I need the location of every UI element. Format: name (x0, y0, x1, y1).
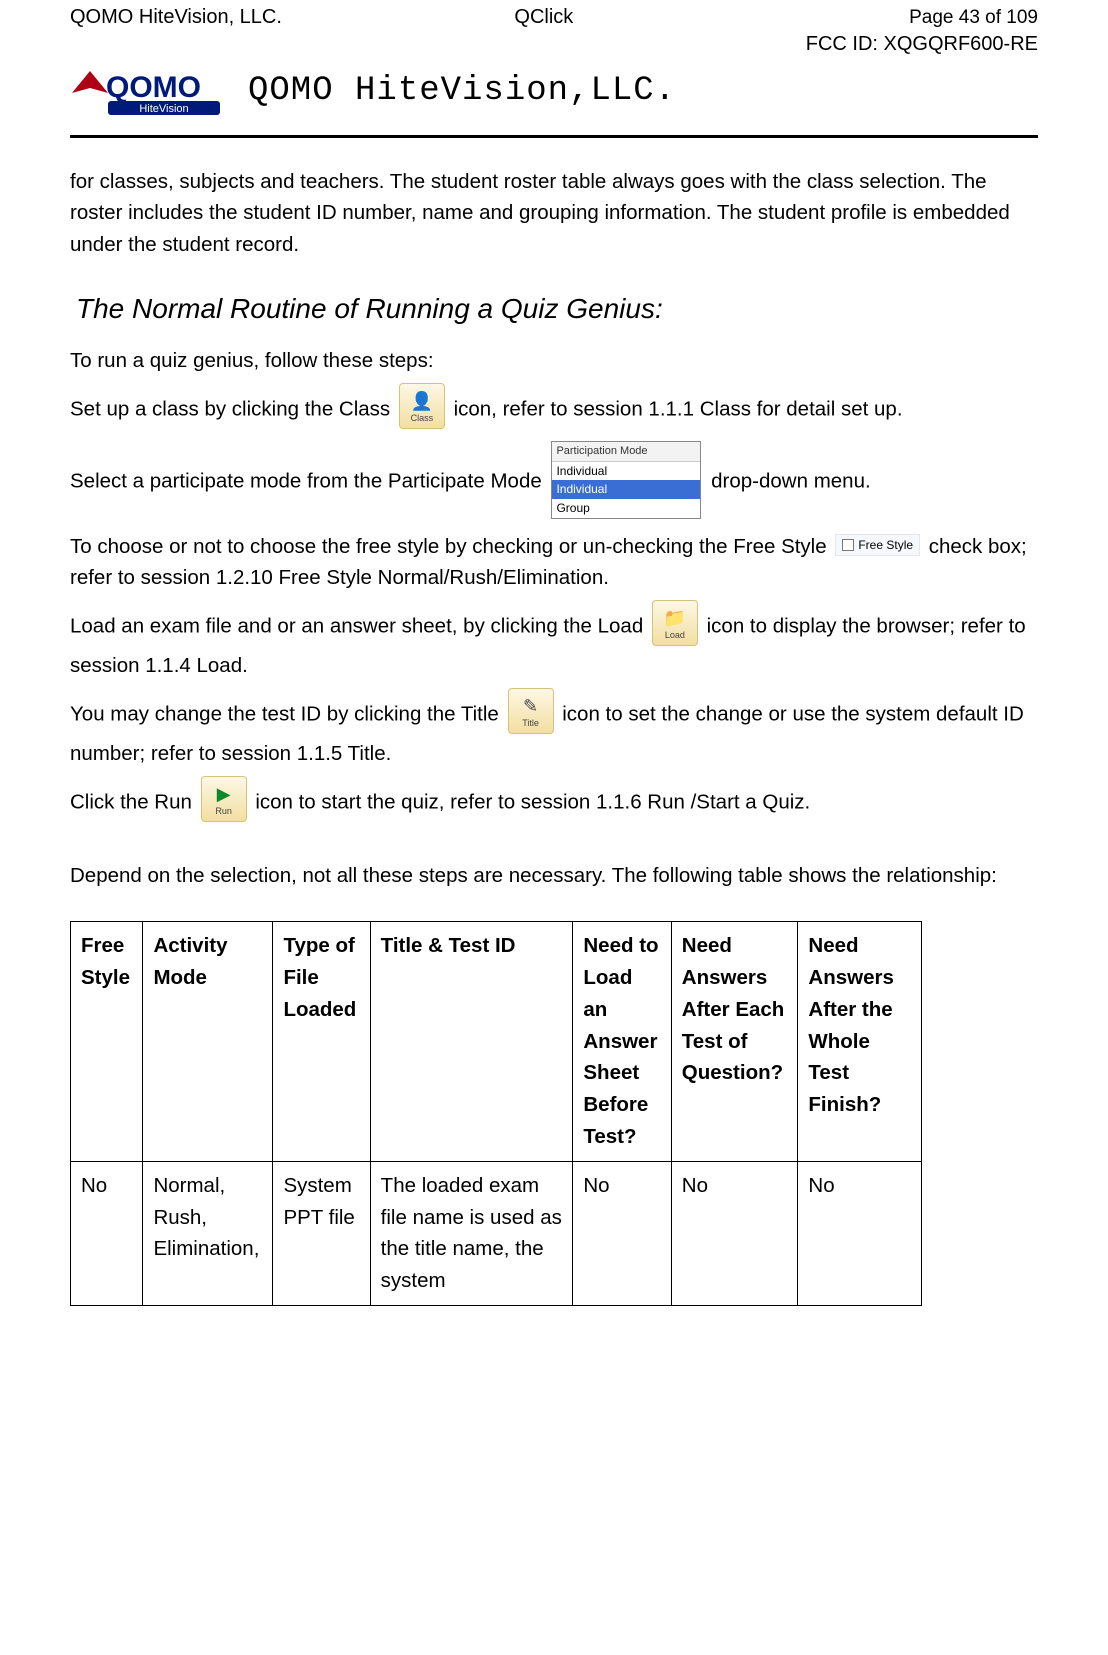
table-row: No Normal, Rush, Elimination, System PPT… (71, 1161, 922, 1305)
header-company: QOMO HiteVision, LLC. (70, 6, 282, 29)
step-6: Click the Run ▶ Run icon to start the qu… (70, 780, 1038, 826)
td-activity-mode: Normal, Rush, Elimination, (143, 1161, 273, 1305)
title-icon[interactable]: ✎ Title (508, 688, 554, 734)
td-file-type: System PPT file (273, 1161, 370, 1305)
class-icon[interactable]: 👤 Class (399, 383, 445, 429)
step-2: Select a participate mode from the Parti… (70, 443, 1038, 521)
step-3: To choose or not to choose the free styl… (70, 531, 1038, 595)
step-6-text-b: icon to start the quiz, refer to session… (255, 790, 810, 813)
dropdown-title: Participation Mode (552, 442, 700, 462)
td-title-test-id: The loaded exam file name is used as the… (370, 1161, 573, 1305)
th-need-answer-sheet: Need to Load an Answer Sheet Before Test… (573, 922, 671, 1161)
dropdown-option-0[interactable]: Individual (552, 462, 700, 481)
steps-lead: To run a quiz genius, follow these steps… (70, 345, 1038, 377)
brand-title: QOMO HiteVision,LLC. (248, 72, 676, 110)
th-free-style: Free Style (71, 922, 143, 1161)
dropdown-option-selected[interactable]: Individual (552, 480, 700, 499)
step-1-text-b: icon, refer to session 1.1.1 Class for d… (454, 397, 903, 420)
step-7: Depend on the selection, not all these s… (70, 860, 1038, 892)
step-2-text-a: Select a participate mode from the Parti… (70, 469, 547, 492)
step-4-text-a: Load an exam file and or an answer sheet… (70, 615, 649, 638)
dropdown-option-2[interactable]: Group (552, 499, 700, 518)
step-1-text-a: Set up a class by clicking the Class (70, 397, 396, 420)
page-header: QOMO HiteVision, LLC. QClick Page 43 of … (70, 0, 1038, 57)
svg-text:HiteVision: HiteVision (139, 103, 188, 115)
run-icon-label: Run (215, 805, 232, 819)
th-need-answers-whole: Need Answers After the Whole Test Finish… (798, 922, 921, 1161)
checkbox-icon[interactable] (842, 539, 854, 551)
header-product: QClick (514, 6, 573, 29)
logo-row: QOMO HiteVision QOMO HiteVision,LLC. (70, 63, 1038, 129)
svg-text:QOMO: QOMO (106, 71, 201, 104)
free-style-checkbox[interactable]: Free Style (835, 534, 920, 557)
th-title-test-id: Title & Test ID (370, 922, 573, 1161)
td-need-answers-each: No (671, 1161, 798, 1305)
header-separator (70, 135, 1038, 138)
page-of: of (980, 7, 1006, 28)
page-prefix: Page (909, 7, 959, 28)
th-need-answers-each: Need Answers After Each Test of Question… (671, 922, 798, 1161)
run-icon[interactable]: ▶ Run (201, 776, 247, 822)
class-icon-label: Class (411, 412, 434, 426)
participation-mode-dropdown[interactable]: Participation Mode Individual Individual… (551, 441, 701, 519)
play-icon: ▶ (217, 785, 231, 803)
step-2-text-b: drop-down menu. (711, 469, 871, 492)
td-free-style: No (71, 1161, 143, 1305)
step-1: Set up a class by clicking the Class 👤 C… (70, 387, 1038, 433)
step-6-text-a: Click the Run (70, 790, 198, 813)
intro-paragraph: for classes, subjects and teachers. The … (70, 166, 1038, 261)
title-icon-label: Title (522, 717, 539, 731)
load-icon[interactable]: 📁 Load (652, 600, 698, 646)
step-3-text-a: To choose or not to choose the free styl… (70, 535, 832, 558)
step-5-text-a: You may change the test ID by clicking t… (70, 702, 499, 725)
step-5: You may change the test ID by clicking t… (70, 692, 1038, 770)
page-current: 43 (959, 7, 980, 28)
folder-icon: 📁 (664, 609, 686, 627)
header-fcc: FCC ID: XQGQRF600-RE (806, 31, 1038, 57)
td-need-answer-sheet: No (573, 1161, 671, 1305)
td-need-answers-whole: No (798, 1161, 921, 1305)
relationship-table: Free Style Activity Mode Type of File Lo… (70, 921, 922, 1305)
table-header-row: Free Style Activity Mode Type of File Lo… (71, 922, 922, 1161)
person-icon: 👤 (411, 392, 433, 410)
qomo-logo-icon: QOMO HiteVision (70, 63, 230, 119)
page-number: Page 43 of 109 (806, 6, 1038, 31)
section-heading: The Normal Routine of Running a Quiz Gen… (76, 293, 1038, 325)
pencil-icon: ✎ (523, 697, 538, 715)
load-icon-label: Load (665, 629, 685, 643)
step-4: Load an exam file and or an answer sheet… (70, 604, 1038, 682)
free-style-label: Free Style (858, 536, 913, 555)
page-total: 109 (1006, 7, 1038, 28)
th-file-type: Type of File Loaded (273, 922, 370, 1161)
th-activity-mode: Activity Mode (143, 922, 273, 1161)
